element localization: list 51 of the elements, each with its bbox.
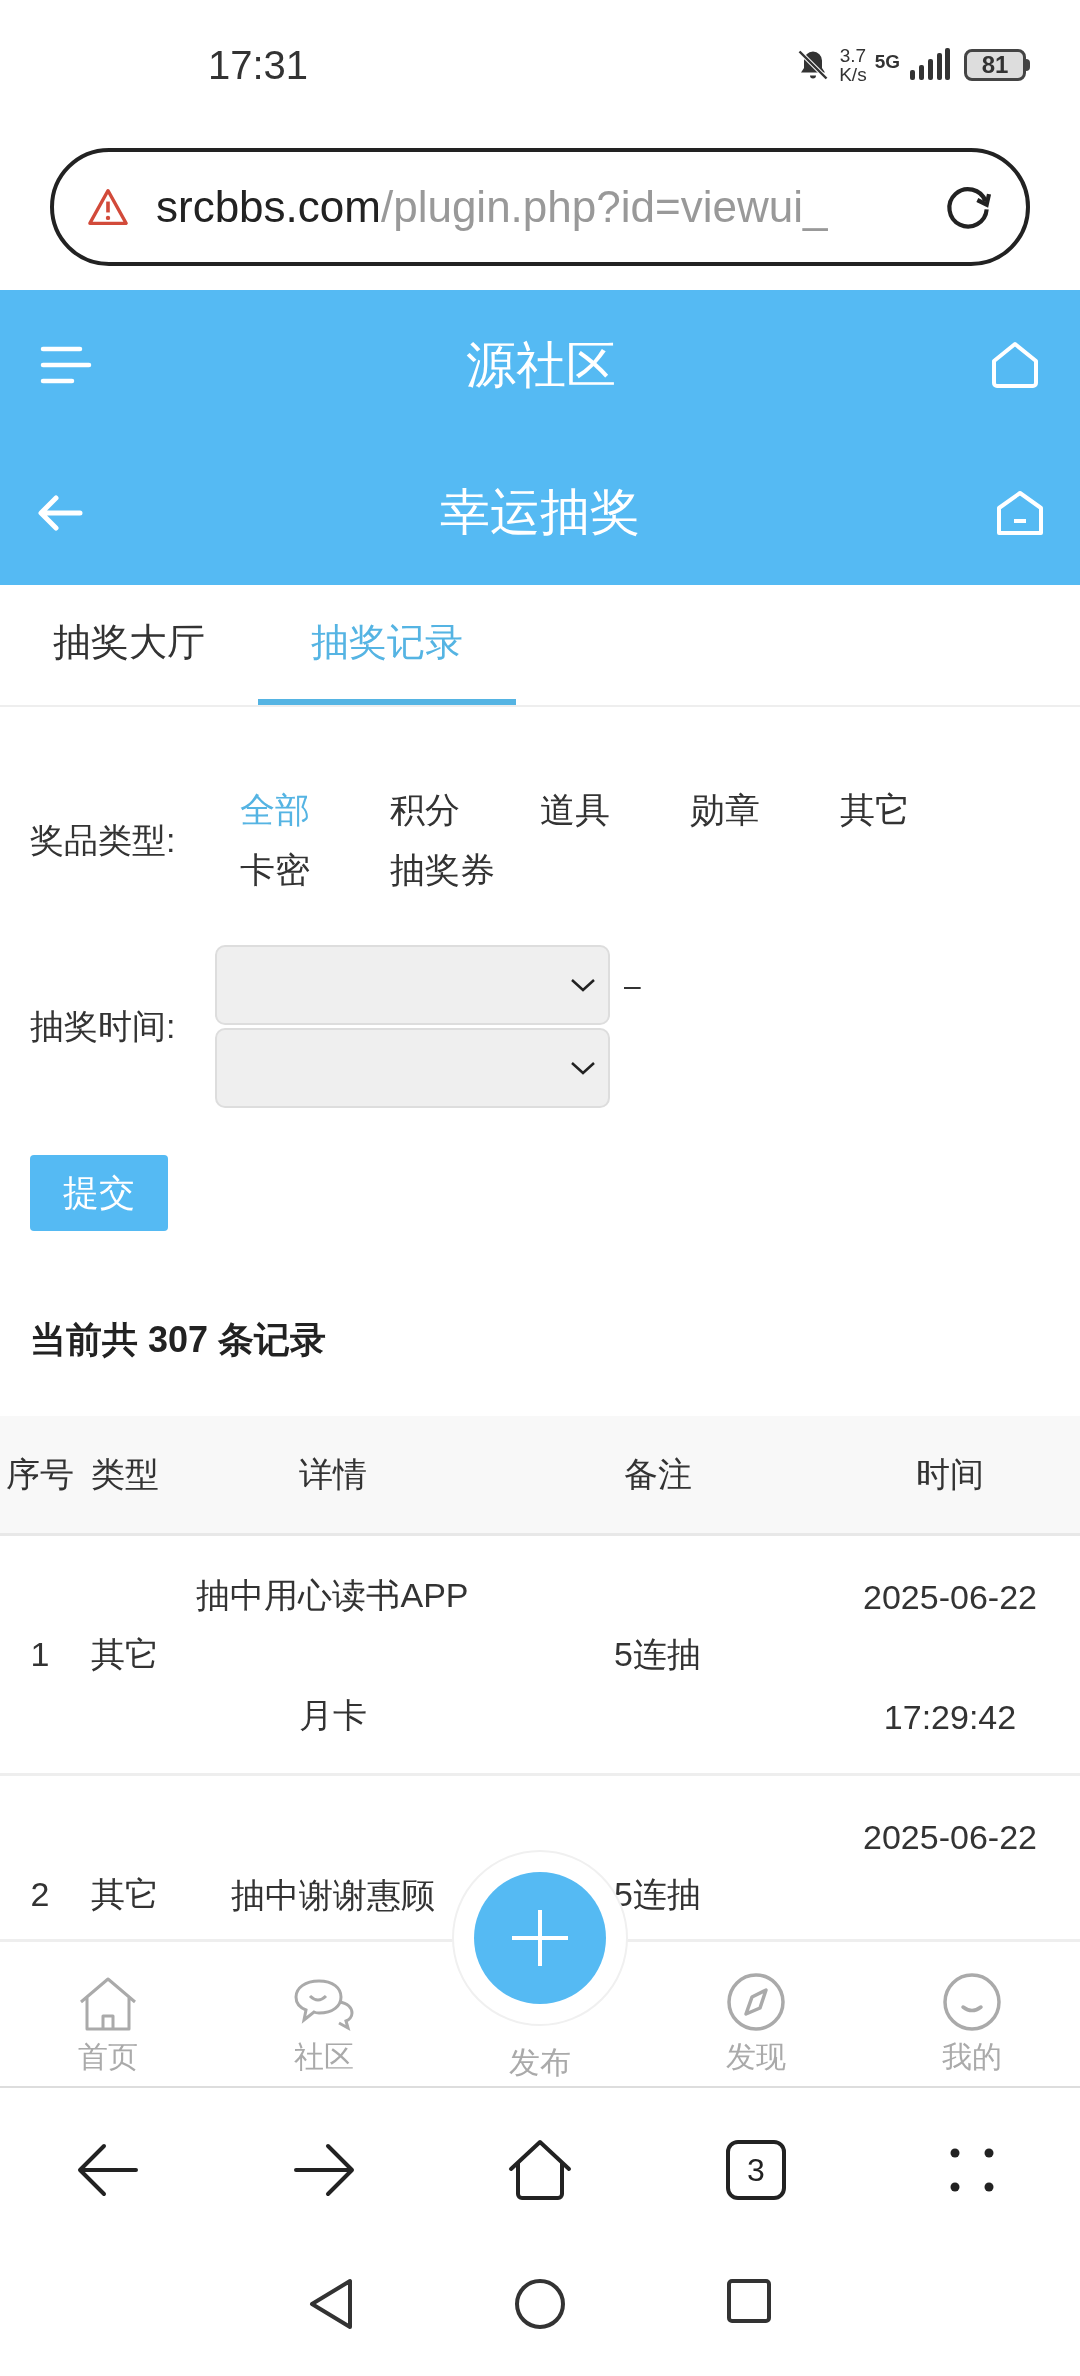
- record-count: 当前共 307 条记录: [30, 1319, 327, 1360]
- filter-option[interactable]: 其它: [800, 780, 950, 840]
- site-title: 源社区: [465, 335, 617, 395]
- column-header: 详情: [298, 1455, 367, 1493]
- tab[interactable]: 抽奖大厅: [0, 585, 258, 705]
- address-bar[interactable]: srcbbs.com/plugin.php?id=viewui_: [50, 148, 1030, 266]
- house-icon: [78, 1976, 138, 2032]
- forward-arrow-icon[interactable]: [293, 2142, 355, 2197]
- tab-count-button[interactable]: 3: [726, 2139, 786, 2200]
- table-cell: 其它: [91, 1875, 159, 1913]
- filter-option[interactable]: 勋章: [650, 780, 800, 840]
- range-separator: –: [624, 968, 641, 1004]
- warning-icon: [86, 187, 130, 227]
- recents-square-icon[interactable]: [726, 2278, 772, 2324]
- plus-icon: [510, 1908, 570, 1968]
- network-speed: 3.7: [839, 46, 867, 65]
- column-header: 备注: [623, 1455, 692, 1493]
- filter-option[interactable]: 积分: [350, 780, 500, 840]
- smiley-icon: [942, 1972, 1002, 2032]
- back-triangle-icon[interactable]: [308, 2278, 354, 2330]
- table-cell: 5连抽: [614, 1635, 701, 1673]
- back-arrow-icon[interactable]: [77, 2142, 139, 2197]
- start-date-select[interactable]: [215, 945, 610, 1025]
- url-text: srcbbs.com/plugin.php?id=viewui_: [156, 181, 828, 233]
- column-header: 时间: [916, 1455, 984, 1493]
- draw-time-label: 抽奖时间:: [29, 1006, 177, 1047]
- home-circle-icon[interactable]: [514, 2278, 566, 2330]
- table-cell-text: 2025-06-22: [863, 1577, 1037, 1618]
- table-cell: 抽中用心读书APP月卡: [196, 1575, 469, 1734]
- signal-icon: [908, 48, 950, 82]
- status-time: 17:31: [208, 42, 309, 89]
- network-speed-unit: K/s: [839, 65, 867, 84]
- battery-indicator: 81: [964, 49, 1030, 81]
- filter-option[interactable]: 卡密: [200, 840, 350, 900]
- column-header: 类型: [91, 1455, 159, 1493]
- compass-icon: [726, 1972, 786, 2032]
- page-title: 幸运抽奖: [439, 483, 641, 542]
- table-cell-text: 17:29:42: [883, 1697, 1017, 1738]
- table-cell: 抽中谢谢惠顾: [230, 1875, 435, 1914]
- prize-type-label: 奖品类型:: [29, 819, 177, 861]
- more-dots-icon[interactable]: [950, 2147, 994, 2192]
- table-cell: 其它: [91, 1635, 159, 1673]
- table-cell-text: 2025-06-22: [863, 1817, 1037, 1858]
- filter-option[interactable]: 道具: [500, 780, 650, 840]
- home-icon[interactable]: [508, 2138, 572, 2201]
- column-header: 序号: [6, 1455, 74, 1493]
- filter-option[interactable]: 抽奖券: [350, 840, 535, 900]
- network-type: 5G: [874, 50, 900, 74]
- chat-bubbles-icon: [293, 1978, 355, 2032]
- table-cell: 1: [30, 1635, 50, 1673]
- table-cell: 2: [30, 1875, 50, 1913]
